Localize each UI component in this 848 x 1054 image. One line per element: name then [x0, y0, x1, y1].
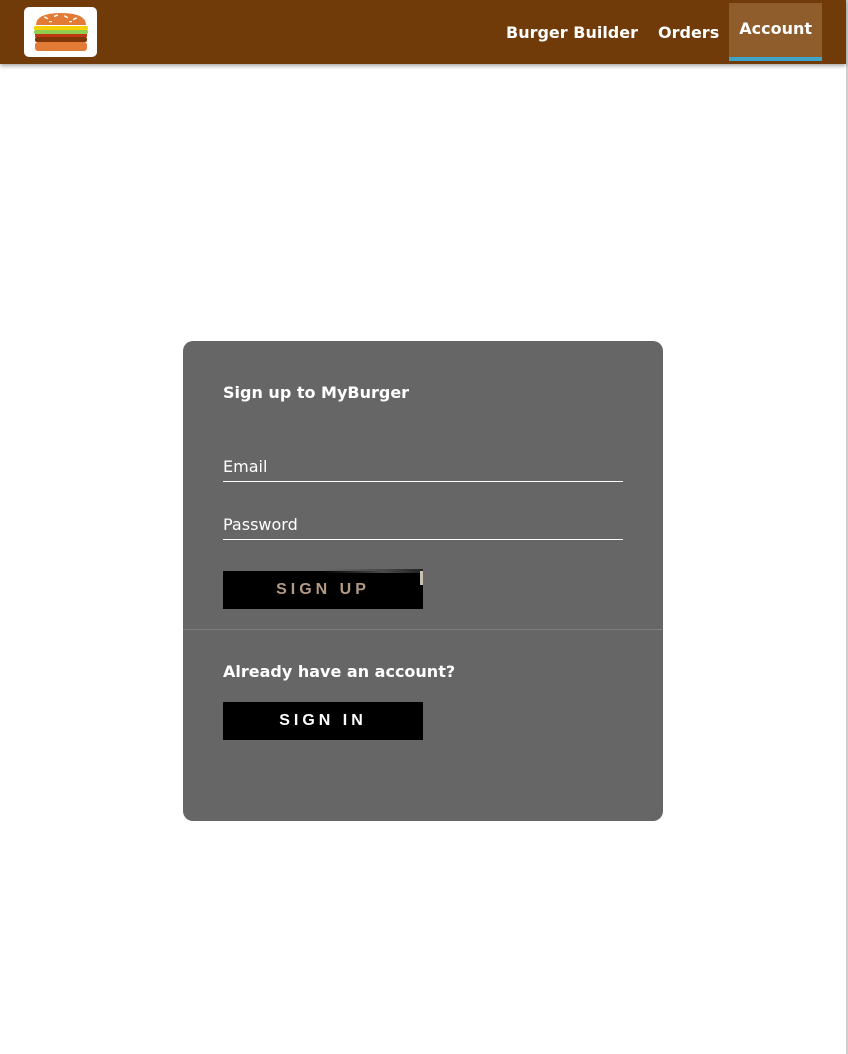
- sign-up-label: SIGN UP: [276, 581, 370, 598]
- auth-title: Sign up to MyBurger: [223, 383, 410, 402]
- nav-burger-builder-label: Burger Builder: [506, 22, 638, 42]
- signin-prompt: Already have an account?: [223, 662, 456, 681]
- sign-up-button[interactable]: SIGN UP: [223, 569, 423, 609]
- sign-in-button[interactable]: SIGN IN: [223, 702, 423, 740]
- button-highlight: [323, 569, 423, 573]
- divider: [183, 629, 663, 630]
- button-edge: [420, 571, 423, 585]
- main-nav: Burger Builder Orders Account: [496, 0, 822, 64]
- sign-in-label: SIGN IN: [279, 712, 367, 729]
- logo[interactable]: [24, 7, 97, 57]
- page: Burger Builder Orders Account Sign up to…: [0, 0, 848, 1054]
- nav-account-label: Account: [739, 18, 812, 38]
- email-input[interactable]: [223, 452, 623, 482]
- burger-logo-icon: [33, 13, 88, 51]
- nav-burger-builder[interactable]: Burger Builder: [496, 0, 648, 64]
- nav-account[interactable]: Account: [729, 3, 822, 61]
- nav-orders[interactable]: Orders: [648, 0, 729, 64]
- toolbar: Burger Builder Orders Account: [0, 0, 846, 64]
- nav-orders-label: Orders: [658, 22, 720, 42]
- password-input[interactable]: [223, 510, 623, 540]
- auth-card: Sign up to MyBurger SIGN UP Already have…: [183, 341, 663, 821]
